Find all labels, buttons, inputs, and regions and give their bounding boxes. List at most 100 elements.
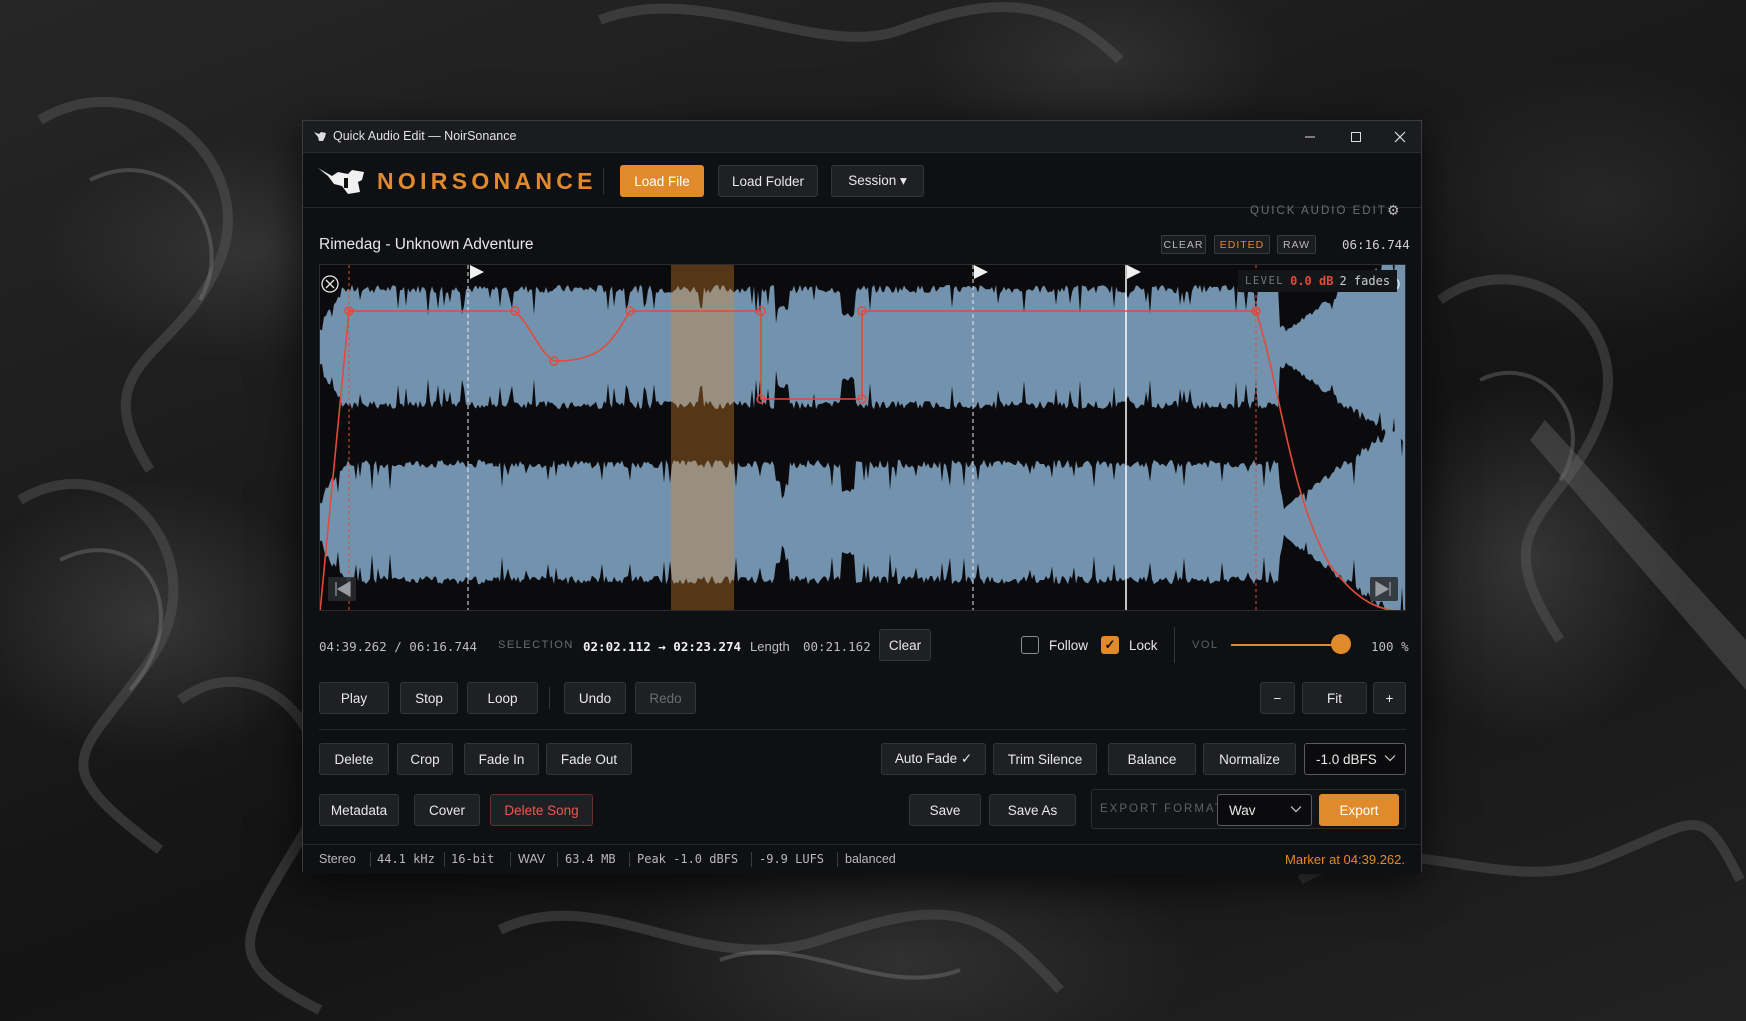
status-format: WAV <box>518 852 546 866</box>
status-divider <box>510 852 511 867</box>
app-header: NOIRSONANCE Load File Load Folder Sessio… <box>303 153 1421 218</box>
zoom-out-button[interactable]: − <box>1260 682 1295 714</box>
chevron-down-icon <box>1384 755 1396 762</box>
status-divider <box>629 852 630 867</box>
balance-button[interactable]: Balance <box>1108 743 1196 775</box>
song-title: Rimedag - Unknown Adventure <box>319 236 534 253</box>
save-as-button[interactable]: Save As <box>989 794 1076 826</box>
waveform-channel <box>320 265 1405 449</box>
controls-divider <box>549 687 550 709</box>
track-duration: 06:16.744 <box>1342 237 1410 252</box>
position-readout: 04:39.262 / 06:16.744 <box>319 639 478 654</box>
zoom-in-button[interactable]: + <box>1373 682 1406 714</box>
app-window: Quick Audio Edit — NoirSonance NOIRSONAN… <box>302 120 1422 874</box>
status-divider <box>837 852 838 867</box>
load-file-button[interactable]: Load File <box>620 165 704 197</box>
play-button[interactable]: Play <box>319 682 389 714</box>
marker-flag-icon[interactable] <box>974 265 988 279</box>
level-readout: LEVEL 0.0 dB 2 fades <box>1238 270 1398 292</box>
raw-badge[interactable]: RAW <box>1277 235 1316 254</box>
clear-selection-button[interactable]: Clear <box>879 629 931 661</box>
edited-badge[interactable]: EDITED <box>1214 235 1270 254</box>
follow-label: Follow <box>1049 638 1089 653</box>
normalize-button[interactable]: Normalize <box>1203 743 1296 775</box>
volume-slider-track[interactable] <box>1231 644 1338 646</box>
mode-label: QUICK AUDIO EDIT <box>1250 205 1387 217</box>
status-channels: Stereo <box>319 852 356 866</box>
status-balance: balanced <box>845 852 896 866</box>
status-divider <box>370 852 371 867</box>
fade-out-button[interactable]: Fade Out <box>546 743 632 775</box>
export-button[interactable]: Export <box>1319 794 1399 826</box>
close-icon[interactable] <box>1377 121 1423 152</box>
title-bar: Quick Audio Edit — NoirSonance <box>303 121 1421 153</box>
length-value: 00:21.162 <box>803 639 871 654</box>
selection-region[interactable] <box>671 265 734 611</box>
header-divider <box>603 168 604 194</box>
follow-checkbox[interactable] <box>1021 636 1039 654</box>
level-label: LEVEL <box>1245 275 1285 287</box>
export-format-value: Wav <box>1229 802 1256 818</box>
waveform-view[interactable]: LEVEL 0.0 dB 2 fades <box>319 264 1406 611</box>
skip-to-end-icon[interactable] <box>1370 577 1398 601</box>
length-label: Length <box>750 639 790 654</box>
gear-icon[interactable]: ⚙ <box>1387 202 1400 219</box>
volume-value: 100 % <box>1371 639 1409 654</box>
zoom-fit-button[interactable]: Fit <box>1302 682 1367 714</box>
export-format-select[interactable]: Wav <box>1217 794 1312 826</box>
waveform-channels <box>320 265 1405 610</box>
status-divider <box>557 852 558 867</box>
maximize-icon[interactable] <box>1333 121 1379 152</box>
cover-button[interactable]: Cover <box>414 794 480 826</box>
delete-button[interactable]: Delete <box>319 743 389 775</box>
status-sample-rate: 44.1 kHz <box>377 852 435 866</box>
status-divider <box>444 852 445 867</box>
selection-range: 02:02.112 → 02:23.274 <box>583 639 742 654</box>
noirsonance-logo <box>318 168 364 194</box>
lock-checkbox[interactable]: ✓ <box>1101 636 1119 654</box>
minimize-icon[interactable] <box>1287 121 1333 152</box>
session-menu-button[interactable]: Session ▾ <box>831 165 924 197</box>
transport-divider <box>1174 627 1175 663</box>
playhead-flag-icon[interactable] <box>1127 265 1141 279</box>
section-divider <box>319 729 1406 730</box>
clear-badge[interactable]: CLEAR <box>1161 235 1206 254</box>
waveform-channel <box>320 419 1405 610</box>
level-value: 0.0 dB <box>1290 274 1334 288</box>
status-divider <box>751 852 752 867</box>
brand-name: NOIRSONANCE <box>377 168 597 194</box>
volume-slider-thumb[interactable] <box>1331 634 1351 654</box>
normalize-target-select[interactable]: -1.0 dBFS <box>1304 743 1406 775</box>
export-format-label: EXPORT FORMAT <box>1100 803 1224 815</box>
save-button[interactable]: Save <box>909 794 981 826</box>
clear-envelope-icon[interactable] <box>321 275 339 293</box>
delete-song-button[interactable]: Delete Song <box>490 794 593 826</box>
metadata-button[interactable]: Metadata <box>319 794 399 826</box>
load-folder-button[interactable]: Load Folder <box>718 165 818 197</box>
skip-to-start-icon[interactable] <box>328 577 356 601</box>
auto-fade-button[interactable]: Auto Fade ✓ <box>881 743 986 775</box>
status-peak: Peak -1.0 dBFS <box>637 852 739 866</box>
loop-button[interactable]: Loop <box>467 682 538 714</box>
trim-silence-button[interactable]: Trim Silence <box>993 743 1097 775</box>
redo-button[interactable]: Redo <box>635 682 696 714</box>
crop-button[interactable]: Crop <box>397 743 453 775</box>
status-loudness: -9.9 LUFS <box>759 852 825 866</box>
chevron-down-icon <box>1290 806 1302 813</box>
normalize-target-value: -1.0 dBFS <box>1316 751 1377 767</box>
selection-label: SELECTION <box>498 639 574 651</box>
window-title: Quick Audio Edit — NoirSonance <box>333 129 517 143</box>
status-bar: Stereo 44.1 kHz 16-bit WAV 63.4 MB Peak … <box>303 844 1421 874</box>
lock-label: Lock <box>1129 638 1158 653</box>
status-file-size: 63.4 MB <box>565 852 616 866</box>
volume-label: VOL <box>1192 639 1219 651</box>
marker-flag-icon[interactable] <box>470 265 484 279</box>
undo-button[interactable]: Undo <box>564 682 626 714</box>
app-icon <box>314 132 326 141</box>
waveform-canvas[interactable] <box>320 265 1406 611</box>
status-bit-depth: 16-bit <box>451 852 495 866</box>
fades-count: 2 fades <box>1339 274 1391 288</box>
fade-in-button[interactable]: Fade In <box>464 743 539 775</box>
status-message: Marker at 04:39.262. <box>1285 852 1405 867</box>
stop-button[interactable]: Stop <box>400 682 458 714</box>
